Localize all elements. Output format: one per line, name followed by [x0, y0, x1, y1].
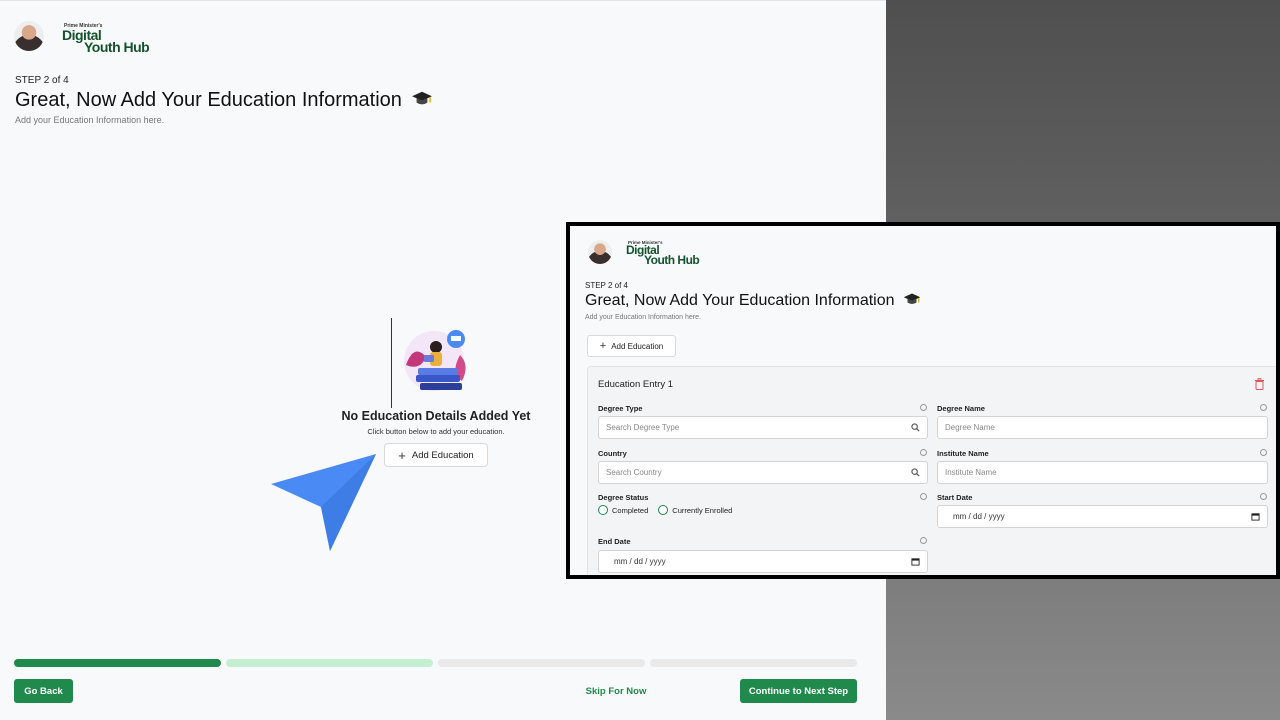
end-date-value: mm / dd / yyyy [614, 557, 666, 566]
radio-currently-enrolled[interactable] [658, 505, 669, 515]
graduation-cap-icon [412, 91, 433, 105]
continue-button[interactable]: Continue to Next Step [740, 679, 857, 703]
brand-logo: Prime Minister's Digital Youth Hub [62, 23, 162, 55]
radio-completed[interactable] [598, 505, 608, 515]
page-subtitle: Add your Education Information here. [15, 115, 165, 125]
end-date-input[interactable]: mm / dd / yyyy [598, 550, 928, 573]
logo-youth-hub-text: Youth Hub [84, 39, 150, 55]
search-icon [911, 423, 920, 432]
empty-state-title: No Education Details Added Yet [341, 409, 531, 423]
skip-button[interactable]: Skip For Now [580, 679, 652, 703]
degree-status-label: Degree Status [598, 493, 649, 502]
institute-name-input[interactable]: Institute Name [937, 461, 1268, 484]
country-label: Country [598, 449, 627, 458]
page-title-text: Great, Now Add Your Education Informatio… [585, 292, 895, 309]
progress-bar [14, 659, 857, 667]
degree-name-label: Degree Name [937, 404, 985, 413]
empty-state-subtitle: Click button below to add your education… [367, 427, 505, 436]
add-education-label: Add Education [611, 341, 664, 351]
add-education-button[interactable]: + Add Education [587, 335, 676, 357]
start-date-label: Start Date [937, 493, 973, 502]
start-date-value: mm / dd / yyyy [953, 512, 1005, 521]
entry-title: Education Entry 1 [598, 379, 673, 390]
text-cursor-line [391, 318, 392, 408]
degree-status-options: Completed Currently Enrolled [598, 505, 732, 515]
step-indicator: STEP 2 of 4 [15, 75, 69, 86]
info-icon [920, 493, 927, 500]
degree-type-search-input[interactable]: Search Degree Type [598, 416, 928, 439]
progress-segment-1 [14, 659, 221, 667]
plus-icon: + [398, 447, 406, 463]
start-date-input[interactable]: mm / dd / yyyy [937, 505, 1268, 528]
degree-name-placeholder: Degree Name [945, 423, 995, 432]
avatar [588, 240, 612, 264]
degree-type-placeholder: Search Degree Type [606, 423, 680, 432]
calendar-icon[interactable] [911, 557, 920, 566]
progress-segment-4 [650, 659, 857, 667]
go-back-button[interactable]: Go Back [14, 679, 73, 703]
step-indicator: STEP 2 of 4 [585, 281, 628, 290]
page-subtitle: Add your Education Information here. [585, 314, 701, 321]
radio-currently-enrolled-label: Currently Enrolled [672, 505, 733, 515]
plus-icon: + [599, 339, 607, 352]
pointer-arrow-icon [271, 454, 376, 551]
calendar-icon[interactable] [1251, 512, 1260, 521]
institute-name-label: Institute Name [937, 449, 989, 458]
graduation-cap-icon [903, 293, 921, 304]
info-icon [920, 449, 927, 456]
info-icon [1260, 493, 1267, 500]
education-illustration [404, 330, 466, 391]
info-icon [1260, 449, 1267, 456]
country-placeholder: Search Country [606, 468, 662, 477]
logo-youth-hub-text: Youth Hub [644, 253, 700, 267]
degree-type-label: Degree Type [598, 404, 643, 413]
search-icon [911, 468, 920, 477]
info-icon [920, 537, 927, 544]
radio-completed-label: Completed [612, 505, 649, 515]
page-title: Great, Now Add Your Education Informatio… [15, 89, 433, 112]
trash-icon[interactable] [1254, 378, 1265, 390]
page-title: Great, Now Add Your Education Informatio… [585, 292, 921, 310]
education-entry-card: Education Entry 1 Degree Type Search Deg… [587, 366, 1276, 575]
add-education-button[interactable]: + Add Education [384, 443, 488, 467]
education-form-preview: Prime Minister's Digital Youth Hub STEP … [566, 222, 1280, 579]
end-date-label: End Date [598, 537, 631, 546]
brand-logo: Prime Minister's Digital Youth Hub [626, 240, 716, 267]
preview-content: Prime Minister's Digital Youth Hub STEP … [570, 226, 1276, 575]
progress-segment-2 [226, 659, 433, 667]
institute-name-placeholder: Institute Name [945, 468, 997, 477]
info-icon [1260, 404, 1267, 411]
avatar [14, 21, 44, 51]
progress-segment-3 [438, 659, 645, 667]
add-education-label: Add Education [411, 449, 474, 461]
page-title-text: Great, Now Add Your Education Informatio… [15, 89, 402, 111]
degree-name-input[interactable]: Degree Name [937, 416, 1268, 439]
country-search-input[interactable]: Search Country [598, 461, 928, 484]
info-icon [920, 404, 927, 411]
